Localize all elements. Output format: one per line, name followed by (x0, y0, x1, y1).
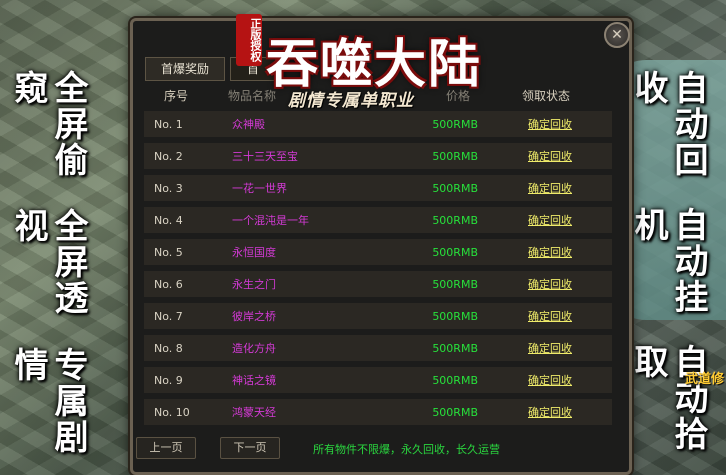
row-number: No. 9 (154, 373, 183, 387)
item-name: 造化方舟 (232, 342, 276, 355)
close-icon[interactable]: ✕ (604, 22, 630, 48)
recycle-link[interactable]: 确定回收 (528, 374, 572, 387)
item-price: 500RMB (432, 149, 478, 163)
recycle-link[interactable]: 确定回收 (528, 342, 572, 355)
item-price: 500RMB (432, 117, 478, 131)
scene-label: 武道修 (684, 372, 724, 387)
recycle-link[interactable]: 确定回收 (528, 118, 572, 131)
item-price: 500RMB (432, 213, 478, 227)
logo-seal: 正版授权 (236, 14, 262, 66)
item-name: 神话之镜 (232, 374, 276, 387)
item-name: 一个混沌是一年 (232, 214, 309, 227)
recycle-link[interactable]: 确定回收 (528, 150, 572, 163)
prev-page-button[interactable]: 上一页 (136, 437, 196, 459)
right-promo-line: 自动回收 (628, 70, 708, 178)
left-promo-line: 全屏透视 (8, 208, 88, 317)
row-number: No. 7 (154, 309, 183, 323)
item-name: 一花一世界 (232, 182, 287, 195)
item-name: 鸿蒙天经 (232, 406, 276, 419)
row-number: No. 2 (154, 149, 183, 163)
item-name: 永恒国度 (232, 246, 276, 259)
tab-first-drop-reward[interactable]: 首爆奖励 (145, 57, 225, 81)
table-row: No. 2 三十三天至宝 500RMB 确定回收 (144, 143, 612, 169)
item-name: 众神殿 (232, 118, 265, 131)
table-row: No. 4 一个混沌是一年 500RMB 确定回收 (144, 207, 612, 233)
item-price: 500RMB (432, 405, 478, 419)
table-row: No. 9 神话之镜 500RMB 确定回收 (144, 367, 612, 393)
item-price: 500RMB (432, 373, 478, 387)
table-row: No. 6 永生之门 500RMB 确定回收 (144, 271, 612, 297)
item-list: No. 1 众神殿 500RMB 确定回收 No. 2 三十三天至宝 500RMB 确定回收… (144, 111, 612, 431)
row-number: No. 3 (154, 181, 183, 195)
row-number: No. 1 (154, 117, 183, 131)
table-row: No. 8 造化方舟 500RMB 确定回收 (144, 335, 612, 361)
table-row: No. 3 一花一世界 500RMB 确定回收 (144, 175, 612, 201)
recycle-link[interactable]: 确定回收 (528, 182, 572, 195)
table-row: No. 7 彼岸之桥 500RMB 确定回收 (144, 303, 612, 329)
header-no: 序号 (164, 88, 189, 103)
table-row: No. 10 鸿蒙天经 500RMB 确定回收 (144, 399, 612, 425)
table-header: 序号 物品名称 价格 领取状态 (140, 84, 614, 106)
row-number: No. 6 (154, 277, 183, 291)
item-name: 永生之门 (232, 278, 276, 291)
right-promo-line: 自动挂机 (628, 207, 708, 315)
right-promo-line: 自动拾取 (628, 344, 708, 452)
item-price: 500RMB (432, 181, 478, 195)
left-promo-text: 专属剧情 全屏透视 全屏偷窥 (8, 70, 88, 475)
row-number: No. 8 (154, 341, 183, 355)
table-row: No. 5 永恒国度 500RMB 确定回收 (144, 239, 612, 265)
left-promo-line: 全屏偷窥 (8, 70, 88, 179)
item-name: 三十三天至宝 (232, 150, 298, 163)
header-status: 领取状态 (521, 88, 570, 103)
item-price: 500RMB (432, 277, 478, 291)
header-price: 价格 (445, 88, 470, 103)
recycle-link[interactable]: 确定回收 (528, 310, 572, 323)
item-price: 500RMB (432, 309, 478, 323)
row-number: No. 10 (154, 405, 190, 419)
row-number: No. 5 (154, 245, 183, 259)
recycle-link[interactable]: 确定回收 (528, 214, 572, 227)
item-name: 彼岸之桥 (232, 310, 276, 323)
left-promo-line: 专属剧情 (8, 346, 88, 455)
recycle-link[interactable]: 确定回收 (528, 278, 572, 291)
recycle-link[interactable]: 确定回收 (528, 406, 572, 419)
item-price: 500RMB (432, 245, 478, 259)
item-price: 500RMB (432, 341, 478, 355)
table-row: No. 1 众神殿 500RMB 确定回收 (144, 111, 612, 137)
recycle-link[interactable]: 确定回收 (528, 246, 572, 259)
footer-note: 所有物件不限爆，永久回收，长久运营 (313, 443, 500, 456)
right-promo-text: 自动拾取 自动挂机 自动回收 (628, 70, 708, 475)
next-page-button[interactable]: 下一页 (220, 437, 280, 459)
header-name: 物品名称 (228, 88, 277, 103)
row-number: No. 4 (154, 213, 183, 227)
